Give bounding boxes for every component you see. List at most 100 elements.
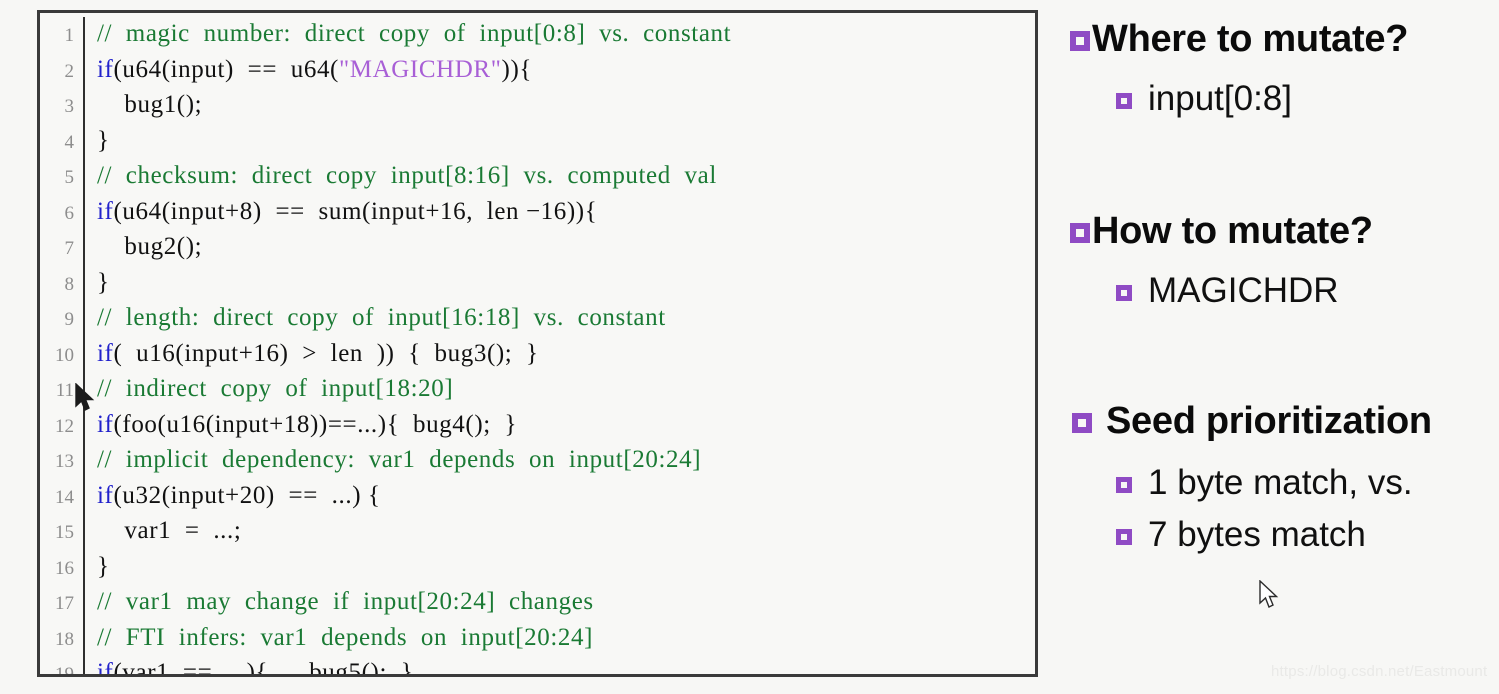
bullet-heading[interactable]: How to mutate? — [1070, 210, 1499, 253]
bullet-sub-item[interactable]: 1 byte match, vs. — [1116, 463, 1499, 503]
bullet-outline-panel: Where to mutate? input[0:8] How to mutate?… — [1070, 0, 1499, 694]
code-token-plain: } — [97, 268, 110, 296]
square-bullet-icon — [1070, 30, 1090, 51]
code-line: 5 // checksum: direct copy input[8:16] vs… — [40, 159, 1035, 195]
code-listing-panel: 1 // magic number: direct copy of input[0… — [37, 10, 1038, 677]
line-number: 6 — [40, 194, 85, 230]
line-number: 17 — [40, 585, 85, 621]
line-number: 1 — [40, 17, 85, 53]
code-line-content: // indirect copy of input[18:20] — [84, 372, 1035, 408]
code-line-content: var1 = ...; — [84, 514, 1035, 550]
watermark: https://blog.csdn.net/Eastmount — [1271, 663, 1488, 680]
code-line-content: if(u64(input+8) == sum(input+16, len −16… — [84, 195, 1035, 231]
bullet-group: Where to mutate? input[0:8] — [1070, 18, 1499, 119]
code-token-plain: (foo(u16(input+18))==...){ bug4(); } — [113, 410, 518, 438]
code-token-plain: var1 = ...; — [97, 517, 242, 544]
bullet-sub-item[interactable]: 7 bytes match — [1116, 515, 1499, 555]
code-token-plain: )){ — [501, 55, 532, 83]
line-number: 7 — [40, 230, 85, 266]
code-line: 19 if(var1 == ...){ bug5(); } — [40, 656, 1035, 677]
line-number: 8 — [40, 265, 85, 301]
code-line-content: if(var1 == ...){ bug5(); } — [84, 656, 1035, 677]
code-line: 12 if(foo(u16(input+18))==...){ bug4(); } — [40, 407, 1035, 444]
code-line: 1 // magic number: direct copy of input[0… — [40, 17, 1035, 53]
code-line: 9 // length: direct copy of input[16:18] … — [40, 301, 1035, 337]
line-number: 5 — [40, 159, 85, 195]
square-bullet-icon — [1116, 93, 1132, 109]
code-line: 11 // indirect copy of input[18:20] — [40, 372, 1035, 408]
code-line: 18 // FTI infers: var1 depends on input[2… — [40, 620, 1035, 657]
bullet-sub-item-label: MAGICHDR — [1148, 271, 1339, 310]
bullet-heading[interactable]: Where to mutate? — [1070, 18, 1499, 61]
code-table: 1 // magic number: direct copy of input[0… — [40, 17, 1035, 677]
code-token-plain: bug1(); — [97, 91, 203, 118]
code-token-comment: // magic number: direct copy of input[0:… — [97, 20, 732, 47]
code-token-plain: bug2(); — [97, 233, 203, 260]
code-line: 7 bug2(); — [40, 230, 1035, 266]
line-number: 4 — [40, 123, 85, 159]
code-line-content: bug1(); — [84, 88, 1035, 124]
line-number: 12 — [40, 407, 85, 443]
bullet-heading-label: Seed prioritization — [1106, 400, 1432, 442]
square-bullet-icon — [1116, 477, 1132, 493]
code-token-comment: // var1 may change if input[20:24] chang… — [97, 588, 594, 615]
code-token-plain: } — [97, 126, 110, 154]
code-line-content: } — [84, 124, 1035, 160]
code-token-keyword: if — [97, 197, 114, 225]
square-bullet-icon — [1116, 285, 1132, 301]
bullet-group: How to mutate? MAGICHDR — [1070, 210, 1499, 311]
code-line-content: if(foo(u16(input+18))==...){ bug4(); } — [84, 408, 1035, 444]
code-line-content: } — [84, 266, 1035, 302]
code-line-content: bug2(); — [84, 230, 1035, 266]
bullet-sub-item-label: 7 bytes match — [1148, 515, 1366, 554]
code-line-content: // var1 may change if input[20:24] chang… — [84, 585, 1035, 621]
code-token-string: "MAGICHDR" — [338, 55, 502, 83]
code-line: 2 if(u64(input) == u64("MAGICHDR")){ — [40, 52, 1035, 88]
code-token-keyword: if — [97, 55, 114, 83]
bullet-sub-item[interactable]: MAGICHDR — [1116, 271, 1499, 311]
bullet-heading-label: How to mutate? — [1092, 210, 1373, 252]
code-token-keyword: if — [97, 410, 114, 438]
line-number: 13 — [40, 443, 85, 479]
line-number: 15 — [40, 514, 85, 550]
code-line: 8} — [40, 265, 1035, 302]
bullet-sub-item[interactable]: input[0:8] — [1116, 79, 1499, 119]
line-number: 9 — [40, 301, 85, 337]
code-line: 15 var1 = ...; — [40, 514, 1035, 550]
code-line-content: // checksum: direct copy input[8:16] vs.… — [84, 159, 1035, 195]
bullet-sub-item-label: input[0:8] — [1148, 79, 1292, 118]
line-number: 2 — [40, 52, 85, 88]
code-token-plain: (u32(input+20) == ...) { — [113, 481, 381, 509]
bullet-heading-label: Where to mutate? — [1092, 18, 1409, 60]
code-token-comment: // indirect copy of input[18:20] — [97, 375, 454, 402]
code-line-content: // length: direct copy of input[16:18] v… — [84, 301, 1035, 337]
line-number: 19 — [40, 656, 85, 674]
code-token-plain: (u64(input+8) == sum(input+16, len −16))… — [113, 197, 598, 225]
code-line-content: // implicit dependency: var1 depends on … — [84, 443, 1035, 479]
code-token-plain: ( u16(input+16) > len )) { bug3(); } — [113, 339, 539, 367]
bullet-sub-item-label: 1 byte match, vs. — [1148, 463, 1413, 502]
square-bullet-icon — [1116, 529, 1132, 545]
code-line-content: if( u16(input+16) > len )) { bug3(); } — [84, 337, 1035, 373]
line-number: 10 — [40, 336, 85, 372]
code-token-plain: (var1 == ...){ bug5(); } — [113, 659, 414, 677]
bullet-heading[interactable]: Seed prioritization — [1070, 400, 1499, 443]
code-line-content: } — [84, 550, 1035, 586]
code-line: 17 // var1 may change if input[20:24] cha… — [40, 585, 1035, 621]
code-token-keyword: if — [97, 481, 114, 509]
code-token-keyword: if — [97, 659, 114, 677]
code-token-plain: } — [97, 552, 110, 580]
code-token-plain: (u64(input) == u64( — [113, 55, 339, 83]
code-line-content: // FTI infers: var1 depends on input[20:… — [84, 621, 1035, 657]
code-token-keyword: if — [97, 339, 114, 367]
code-token-comment: // FTI infers: var1 depends on input[20:… — [97, 623, 593, 651]
code-line: 13 // implicit dependency: var1 depends o… — [40, 443, 1035, 479]
code-line: 4} — [40, 123, 1035, 160]
line-number: 18 — [40, 620, 85, 656]
code-line-content: if(u32(input+20) == ...) { — [84, 479, 1035, 515]
line-number: 11 — [40, 372, 85, 408]
code-line: 16} — [40, 549, 1035, 586]
bullet-group: Seed prioritization 1 byte match, vs. 7 by… — [1070, 400, 1499, 555]
code-line: 3 bug1(); — [40, 88, 1035, 124]
code-token-comment: // implicit dependency: var1 depends on … — [97, 446, 702, 473]
